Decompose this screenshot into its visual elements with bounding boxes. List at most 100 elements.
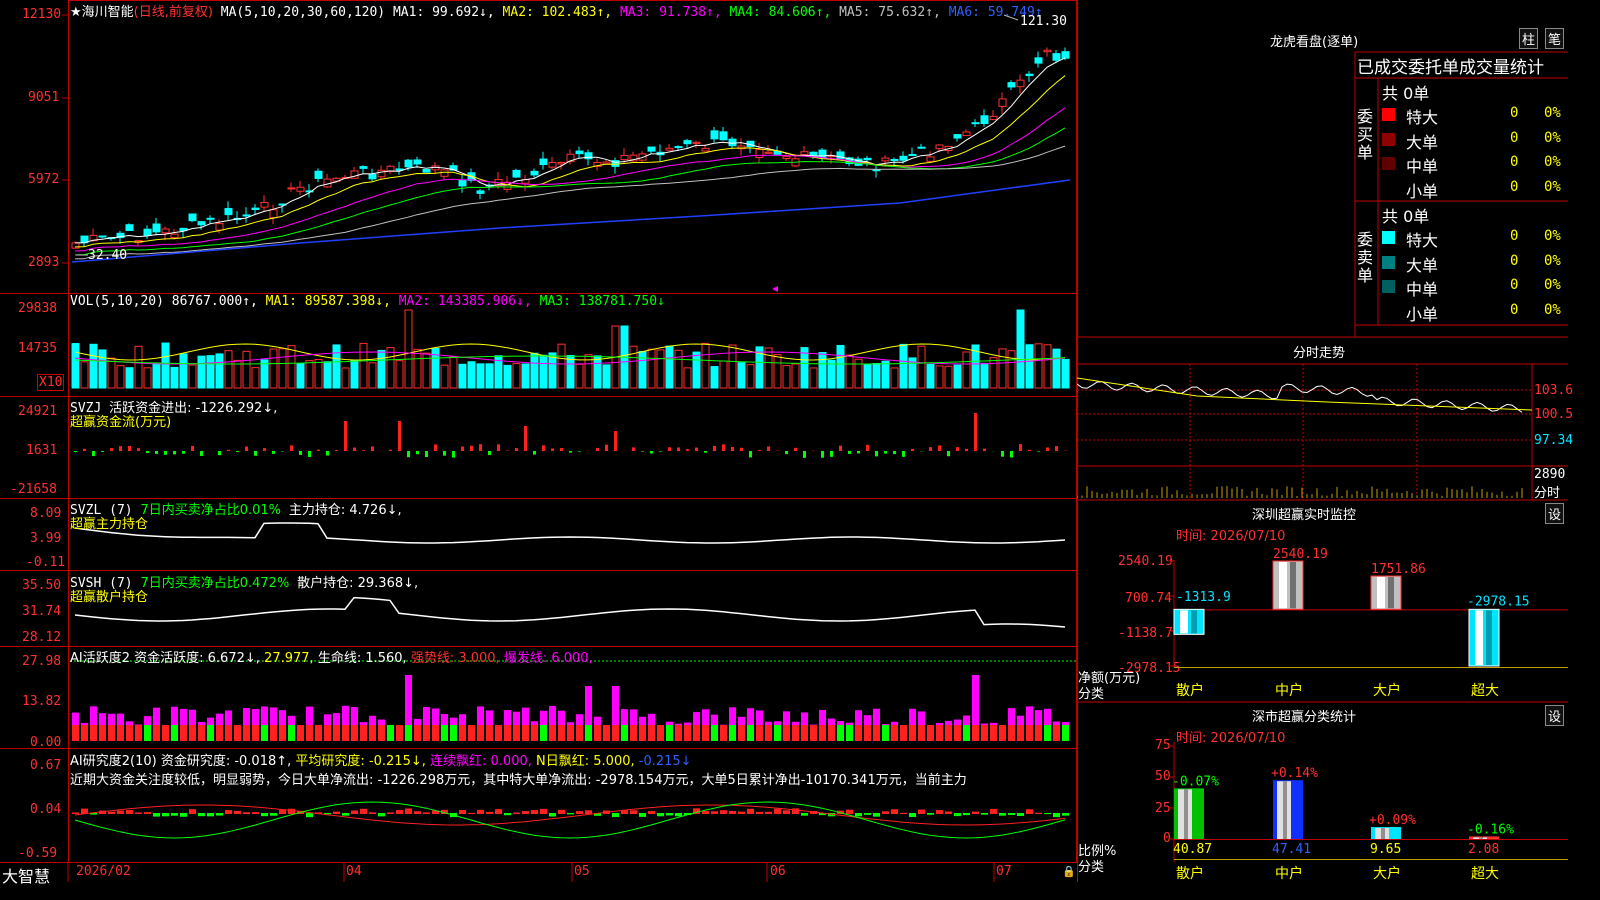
ai2-bar [270,813,277,816]
svzj-bar [218,451,221,456]
monitor-bar-shade [1486,610,1492,665]
ai2-bar [855,813,862,817]
volume-bar [215,353,224,389]
ai2-bar [954,813,961,817]
ai1-bar [612,686,619,725]
svzj-bar [677,447,680,451]
xaxis-label: 2026/02 [76,864,131,879]
ai1-base-bar [531,725,538,741]
ai1-bar [279,710,286,725]
svzj-bar [83,448,86,451]
ai2-bar [720,810,727,814]
ai2-bar [774,808,781,814]
svzj-bar [434,444,437,451]
ai2-bar [918,809,925,814]
ai1-base-bar [1053,725,1060,741]
ai1-bar [144,716,151,725]
ai1-base-bar [1026,725,1033,741]
ai1-base-bar [306,725,313,741]
svzj-bar [92,451,95,457]
volume-bar [224,350,233,389]
monitor-bar [1370,575,1402,610]
sell-order-row: 大单 0 0% [1382,252,1568,275]
period-label[interactable]: (日线,前复权) [134,5,213,20]
sell-total: 共 0单 [1382,207,1430,226]
volume-bar [251,367,260,389]
volume-bar [566,354,575,389]
ai1-base-bar [693,725,700,741]
ai1-bar [1053,721,1060,725]
candle-body [125,224,134,231]
ai1-base-bar [171,725,178,741]
monitor-bar-label: 1751.86 [1371,562,1426,577]
ai1-bar [126,721,133,725]
candle-body [908,154,917,157]
candle-body [899,155,908,161]
svzj-bar [1037,451,1040,452]
candle-body [728,138,737,147]
volume-bar [1034,343,1043,389]
ai1-base-bar [855,725,862,741]
ai1-base-bar [630,725,637,741]
svzj-bar [119,446,122,451]
svzl-value: 主力持仓: 4.726↓, [288,503,402,518]
svzj-bar [236,451,239,452]
ai1-base-bar [891,725,898,741]
ma2-value: MA2: 102.483↑, [502,5,613,20]
ai2-bar [738,811,745,814]
candle-body [800,151,809,156]
class-category-label: 大户 [1373,865,1401,882]
vol-unit: X10 [37,374,65,391]
candle-body [701,147,710,152]
volume-bar [161,342,170,389]
ai1-base-bar [558,725,565,741]
volume-bar [962,351,971,389]
ai1-bar [666,721,673,725]
ai1-base-bar [1035,725,1042,741]
xaxis-label: 04 [346,864,362,879]
svzj-bar [443,451,446,456]
ai1-base-bar [585,725,592,741]
volume-bar [332,344,341,389]
lock-icon[interactable]: 🔒 [1062,865,1076,878]
bar-toggle-button[interactable]: 柱 [1519,28,1539,49]
xaxis-label: 07 [996,864,1012,879]
fenshi-xlabel: 分时 [1534,486,1561,501]
ai1-base-bar [936,725,943,741]
ai1-bar [729,707,736,725]
fenshi-vol-tick: 2890 [1534,467,1566,482]
stock-name[interactable]: ★海川智能 [70,5,134,20]
volume-bar [305,360,314,389]
candle-body [215,223,224,231]
ai2-bar [162,813,169,817]
sz-class-chart: -0.07% 40.87 散户 +0.14% 47.41 中户 +0.09% 9.65 大户 -0… [1168,742,1568,882]
svzj-bar [191,445,194,451]
monitor-bar-label: -2978.15 [1467,594,1530,609]
ai1-base-bar [846,725,853,741]
high-label: 121.30 [1020,14,1067,29]
ai2-bar [153,813,160,817]
ai1-base-bar [783,725,790,741]
ai1-base-bar [522,725,529,741]
monitor-bar-shine [1377,576,1385,609]
main-ytick: 2893 [28,255,60,270]
main-ytick: 5972 [28,172,60,187]
ai2-bar [72,812,79,814]
svzj-bar [821,451,824,458]
volume-bar [134,345,143,389]
svzj-bar [551,448,554,451]
ai1-bar [477,706,484,725]
tick-toggle-button[interactable]: 笔 [1545,28,1565,49]
ai2-bar [405,808,412,814]
volume-bar [476,363,485,389]
fenshi-avg-line [1077,377,1533,411]
svzj-bar [884,451,887,454]
fenshi-chart[interactable] [1077,364,1568,500]
candle-body [98,235,107,238]
ai1-base-bar [198,725,205,741]
svzj-bar [290,445,293,451]
ai1-base-bar [513,725,520,741]
svzj-bar [173,451,176,455]
ai1-base-bar [486,725,493,741]
svzj-bar [155,451,158,454]
